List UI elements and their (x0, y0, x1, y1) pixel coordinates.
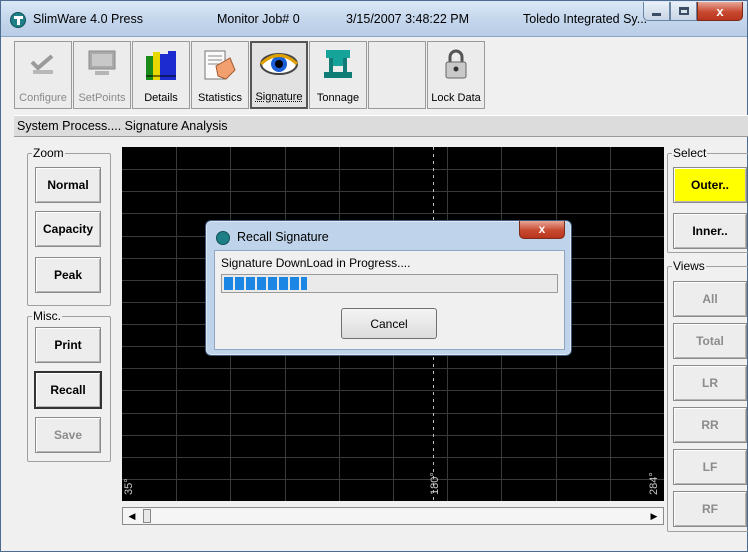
minimize-icon (652, 13, 661, 16)
progress-fill (224, 277, 307, 290)
page-title: System Process.... Signature Analysis (14, 115, 748, 137)
view-rf-button[interactable]: RF (673, 491, 747, 527)
details-label: Details (133, 92, 189, 104)
view-rr-button[interactable]: RR (673, 407, 747, 443)
statistics-button[interactable]: Statistics (191, 41, 249, 109)
datetime: 3/15/2007 3:48:22 PM (346, 12, 469, 26)
statistics-hand-icon (202, 48, 238, 82)
view-lr-button[interactable]: LR (673, 365, 747, 401)
lock-data-label: Lock Data (428, 92, 484, 104)
maximize-icon (679, 7, 689, 15)
view-lf-button[interactable]: LF (673, 449, 747, 485)
zoom-capacity-button[interactable]: Capacity (35, 211, 101, 247)
signature-button[interactable]: Signature (250, 41, 308, 109)
recall-signature-dialog: Recall Signature x Signature DownLoad in… (205, 220, 572, 356)
setpoints-button[interactable]: SetPoints (73, 41, 131, 109)
close-icon: x (716, 4, 723, 19)
angle-label-mid: 180° (429, 472, 441, 495)
books-icon (143, 48, 179, 82)
view-total-button[interactable]: Total (673, 323, 747, 359)
company-name: Toledo Integrated Sy... (523, 12, 647, 26)
setpoints-icon (86, 48, 118, 78)
scroll-thumb[interactable] (143, 509, 151, 523)
print-button[interactable]: Print (35, 327, 101, 363)
zoom-peak-button[interactable]: Peak (35, 257, 101, 293)
view-all-button[interactable]: All (673, 281, 747, 317)
angle-label-end: 284° (648, 472, 660, 495)
toolbar: Configure SetPoints Details Statistics S… (14, 41, 486, 109)
app-logo-icon (10, 12, 26, 28)
title-bar[interactable]: SlimWare 4.0 Press Monitor Job# 0 3/15/2… (1, 1, 747, 37)
horizontal-scrollbar[interactable]: ◀ ▶ (122, 507, 664, 525)
padlock-icon (441, 48, 471, 80)
monitor-job: Monitor Job# 0 (217, 12, 300, 26)
lock-data-button[interactable]: Lock Data (427, 41, 485, 109)
download-progress-bar (221, 274, 558, 293)
download-status-message: Signature DownLoad in Progress.... (221, 256, 410, 270)
close-button[interactable]: x (697, 2, 743, 21)
tonnage-label: Tonnage (310, 92, 366, 104)
app-window: SlimWare 4.0 Press Monitor Job# 0 3/15/2… (0, 0, 748, 552)
dialog-close-icon: x (539, 222, 546, 236)
minimize-button[interactable] (643, 2, 670, 21)
tonnage-button[interactable]: Tonnage (309, 41, 367, 109)
press-machine-icon (321, 48, 355, 80)
angle-label-start: 35° (123, 478, 135, 495)
zoom-group-title: Zoom (32, 146, 65, 160)
cancel-button[interactable]: Cancel (341, 308, 437, 339)
maximize-button[interactable] (670, 2, 697, 21)
window-controls: x (643, 2, 743, 22)
recall-button[interactable]: Recall (34, 371, 102, 409)
setpoints-label: SetPoints (74, 92, 130, 104)
eye-icon (259, 49, 299, 79)
misc-group-title: Misc. (32, 309, 62, 323)
scroll-right-icon[interactable]: ▶ (646, 508, 662, 524)
dialog-body: Signature DownLoad in Progress.... Cance… (214, 250, 565, 350)
configure-icon (28, 48, 58, 78)
zoom-normal-button[interactable]: Normal (35, 167, 101, 203)
signature-label: Signature (252, 91, 306, 103)
configure-button[interactable]: Configure (14, 41, 72, 109)
dialog-close-button[interactable]: x (519, 221, 565, 239)
details-button[interactable]: Details (132, 41, 190, 109)
views-group-title: Views (672, 259, 706, 273)
save-button[interactable]: Save (35, 417, 101, 453)
app-title: SlimWare 4.0 Press (33, 12, 143, 26)
configure-label: Configure (15, 92, 71, 104)
scroll-left-icon[interactable]: ◀ (124, 508, 140, 524)
dialog-app-icon (216, 231, 230, 245)
select-outer-button[interactable]: Outer.. (673, 167, 747, 203)
select-inner-button[interactable]: Inner.. (673, 213, 747, 249)
toolbar-spacer (368, 41, 426, 109)
dialog-title: Recall Signature (237, 230, 329, 244)
statistics-label: Statistics (192, 92, 248, 104)
select-group-title: Select (672, 146, 707, 160)
